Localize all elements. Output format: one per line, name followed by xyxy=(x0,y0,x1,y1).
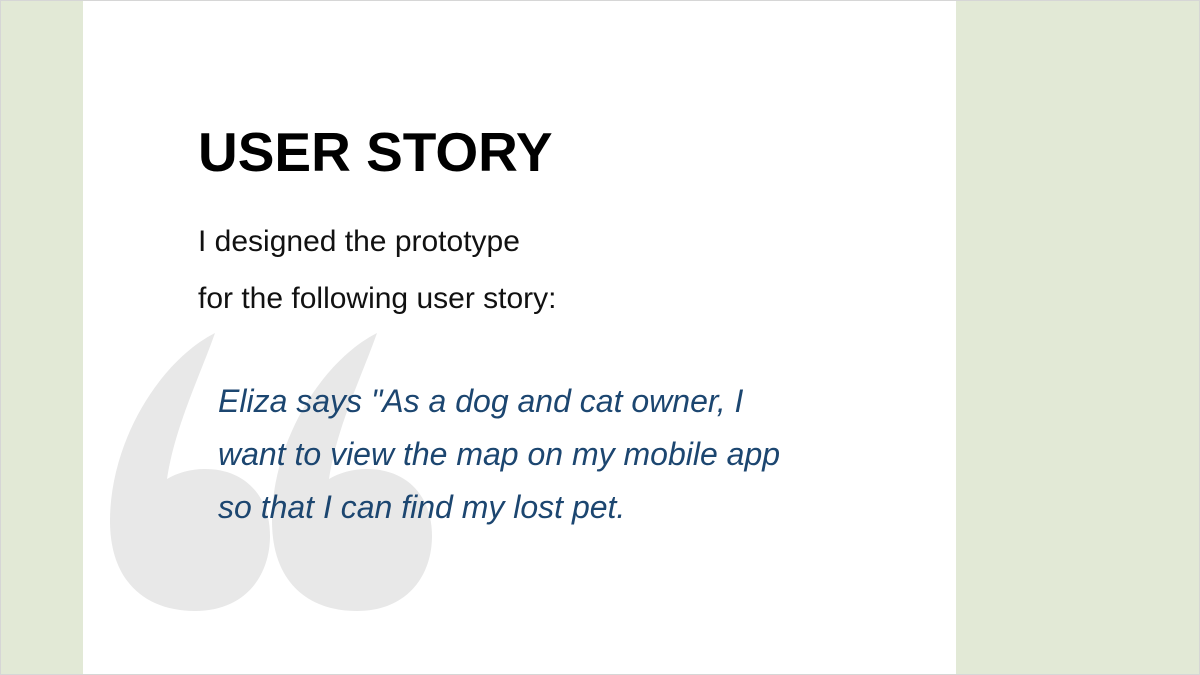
quote-line-3: so that I can find my lost pet. xyxy=(218,489,626,525)
intro-line-2: for the following user story: xyxy=(198,282,557,315)
quote-line-1: Eliza says "As a dog and cat owner, I xyxy=(218,383,744,419)
content-panel: USER STORY I designed the prototype for … xyxy=(83,1,956,674)
slide: USER STORY I designed the prototype for … xyxy=(0,0,1200,675)
intro-line-1: I designed the prototype xyxy=(198,225,520,258)
user-story-quote: Eliza says "As a dog and cat owner, I wa… xyxy=(218,375,780,534)
intro-text: I designed the prototype for the followi… xyxy=(198,213,557,327)
quote-line-2: want to view the map on my mobile app xyxy=(218,436,781,472)
slide-title: USER STORY xyxy=(198,121,553,183)
